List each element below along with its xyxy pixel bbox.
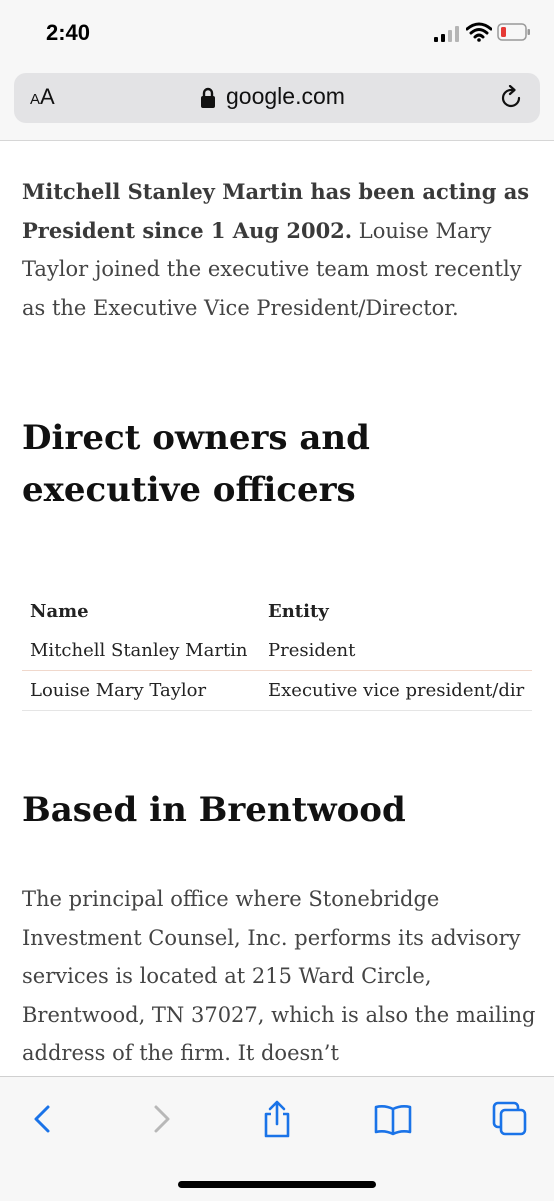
table-header-row: Name Entity [22,592,532,631]
text-size-button[interactable]: AA [30,84,55,110]
table-row: Mitchell Stanley Martin President [22,631,532,671]
table-cell: President [260,631,532,671]
table-cell: Mitchell Stanley Martin [22,631,260,671]
officers-table: Name Entity Mitchell Stanley Martin Pres… [22,592,532,711]
url-domain[interactable]: google.com [226,83,345,110]
cellular-signal-icon [434,26,459,42]
table-cell: Louise Mary Taylor [22,670,260,711]
intro-paragraph: Mitchell Stanley Martin has been acting … [22,173,542,327]
reload-icon[interactable] [498,85,524,111]
table-cell: Executive vice president/dir [260,670,532,711]
forward-icon[interactable] [142,1099,182,1139]
wifi-icon [466,22,492,42]
browser-address-area: AA google.com [0,66,554,141]
owners-heading: Direct owners and executive officers [22,418,370,510]
status-bar: 2:40 [0,0,554,66]
share-icon[interactable] [257,1099,297,1139]
column-header-entity: Entity [268,601,329,622]
clock: 2:40 [46,20,91,45]
tabs-icon[interactable] [490,1099,530,1139]
home-indicator[interactable] [178,1181,376,1188]
bookmarks-icon[interactable] [373,1099,413,1139]
table-row: Louise Mary Taylor Executive vice presid… [22,670,532,711]
address-bar[interactable]: AA google.com [14,73,540,123]
lock-icon [201,87,215,108]
back-icon[interactable] [22,1099,62,1139]
battery-icon [497,23,530,41]
column-header-name: Name [30,601,89,622]
location-heading: Based in Brentwood [22,790,406,830]
location-paragraph: The principal office where Stonebridge I… [22,887,536,1066]
